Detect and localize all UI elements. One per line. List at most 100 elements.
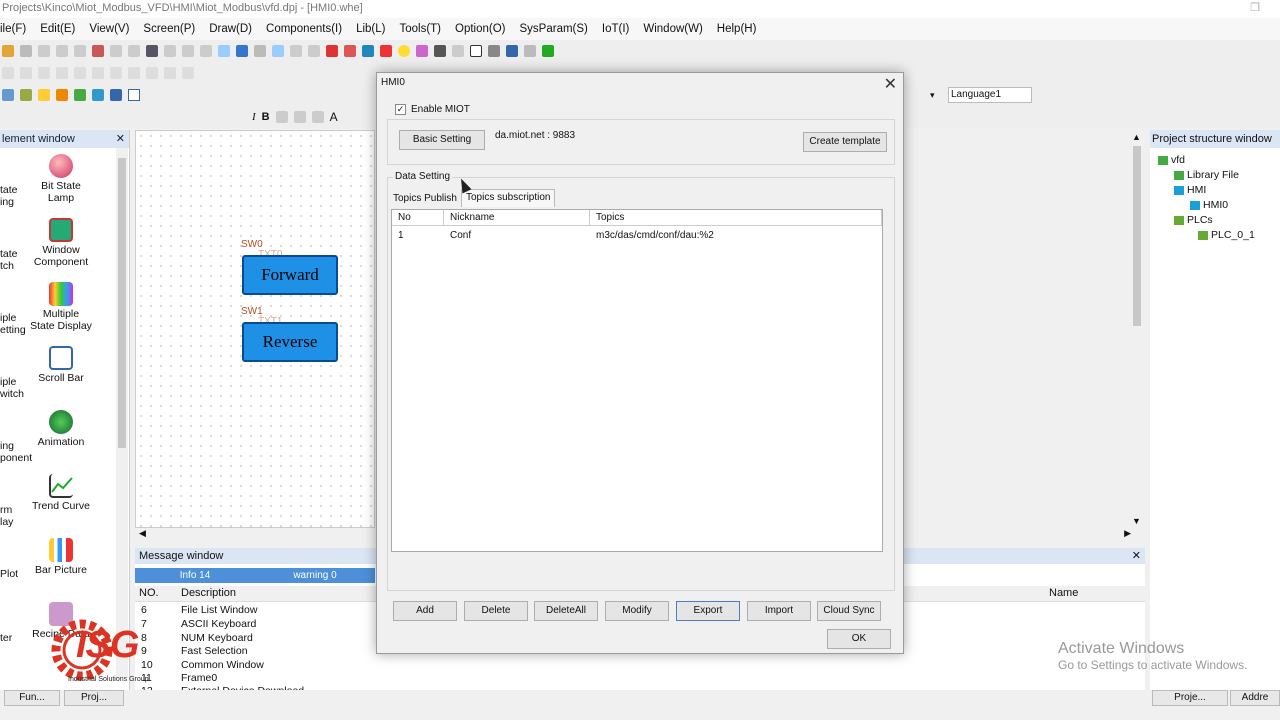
component-multiple-state-display[interactable]: Multiple State Display [26, 282, 96, 332]
delete-button[interactable]: Delete [464, 601, 528, 621]
find-icon[interactable] [146, 45, 158, 57]
zoom-out-icon[interactable] [182, 45, 194, 57]
ungroup-icon[interactable] [182, 67, 194, 79]
tree-item-library-file[interactable]: Library File [1174, 169, 1239, 181]
modify-button[interactable]: Modify [605, 601, 669, 621]
menu-file[interactable]: ile(F) [0, 23, 26, 35]
language-left-icon[interactable] [128, 89, 140, 101]
component-bit-state-lamp[interactable]: Bit State Lamp [26, 154, 96, 204]
close-icon[interactable]: ✕ [116, 130, 125, 148]
restore-icon[interactable]: ❐ [1250, 0, 1260, 16]
align-top-icon[interactable] [56, 67, 68, 79]
bold-icon[interactable]: B [262, 111, 270, 123]
column-no[interactable]: NO. [139, 587, 159, 599]
new-file-icon[interactable] [2, 45, 14, 57]
polyline-icon[interactable] [344, 45, 356, 57]
scrollbar-thumb[interactable] [1133, 146, 1141, 326]
cloud-sync-button[interactable]: Cloud Sync [817, 601, 881, 621]
same-width-icon[interactable] [110, 67, 122, 79]
tab-project-structure[interactable]: Proje... [1152, 690, 1228, 706]
tab-address[interactable]: Addre [1230, 690, 1280, 706]
menu-window[interactable]: Window(W) [643, 23, 702, 35]
component-animation[interactable]: Animation [26, 410, 96, 448]
grid-icon[interactable] [506, 45, 518, 57]
component-label-cut[interactable]: tate tch [0, 248, 18, 272]
text-align-center-icon[interactable] [293, 111, 306, 123]
same-height-icon[interactable] [128, 67, 140, 79]
component-label-cut[interactable]: iple witch [0, 376, 24, 400]
tab-info[interactable]: Info 14 [135, 568, 255, 583]
group-icon[interactable] [164, 67, 176, 79]
create-template-button[interactable]: Create template [803, 132, 887, 152]
simulate-icon[interactable] [542, 45, 554, 57]
align-right-icon[interactable] [38, 67, 50, 79]
column-description[interactable]: Description [181, 587, 236, 599]
forward-switch-button[interactable]: Forward [242, 255, 338, 295]
tree-item-hmi0[interactable]: HMI0 [1190, 199, 1228, 211]
menu-option[interactable]: Option(O) [455, 23, 506, 35]
component-bar-picture[interactable]: Bar Picture [26, 538, 96, 576]
diamond-icon[interactable] [416, 45, 428, 57]
reverse-switch-button[interactable]: Reverse [242, 322, 338, 362]
design-canvas[interactable]: SW0 TXT0 Forward SW1 TXT1 Reverse [135, 130, 375, 528]
image-icon[interactable] [452, 45, 464, 57]
component-label-cut[interactable]: ter [0, 632, 12, 644]
replace-icon[interactable] [164, 45, 176, 57]
tab-topics-subscription[interactable]: Topics subscription [461, 189, 556, 207]
scroll-up-icon[interactable]: ▲ [1132, 132, 1141, 142]
line-icon[interactable] [290, 45, 302, 57]
element-window-scrollbar[interactable] [116, 148, 128, 678]
component-label-cut[interactable]: tate ing [0, 184, 18, 208]
tab-warning[interactable]: warning 0 [255, 568, 375, 583]
menu-tools[interactable]: Tools(T) [399, 23, 441, 35]
screen-icon[interactable] [2, 89, 14, 101]
export-button[interactable]: Export [676, 601, 740, 621]
alarm-icon[interactable] [110, 89, 122, 101]
shape-icon[interactable] [380, 45, 392, 57]
bit-switch-icon[interactable] [38, 89, 50, 101]
align-center-icon[interactable] [20, 67, 32, 79]
zoom-in-icon[interactable] [200, 45, 212, 57]
tree-item-plcs[interactable]: PLCs [1174, 214, 1213, 226]
word-switch-icon[interactable] [56, 89, 68, 101]
undo-icon[interactable] [110, 45, 122, 57]
tree-item-vfd[interactable]: vfd [1158, 154, 1185, 166]
topics-table[interactable]: No Nickname Topics 1 Conf m3c/das/cmd/co… [391, 209, 883, 552]
component-label-cut[interactable]: iple etting [0, 312, 26, 336]
menu-iot[interactable]: IoT(I) [602, 23, 629, 35]
tab-project[interactable]: Proj... [64, 690, 124, 706]
copy-icon[interactable] [56, 45, 68, 57]
tree-item-plc-0-1[interactable]: PLC_0_1 [1198, 229, 1255, 241]
align-left-icon[interactable] [2, 67, 14, 79]
save-icon[interactable] [20, 45, 32, 57]
align-bottom-icon[interactable] [92, 67, 104, 79]
column-no[interactable]: No [392, 210, 444, 226]
text-align-left-icon[interactable] [275, 111, 288, 123]
column-name[interactable]: Name [1049, 587, 1078, 599]
number-input-icon[interactable] [74, 89, 86, 101]
scroll-left-icon[interactable]: ◀ [139, 528, 146, 539]
menu-edit[interactable]: Edit(E) [40, 23, 75, 35]
scroll-right-icon[interactable]: ▶ [1124, 528, 1131, 539]
polygon-icon[interactable] [362, 45, 374, 57]
component-scroll-bar[interactable]: Scroll Bar [26, 346, 96, 384]
dropdown-arrow-icon[interactable]: ▾ [930, 90, 935, 101]
row-topics[interactable]: m3c/das/cmd/conf/dau:%2 [596, 230, 714, 241]
lamp-icon[interactable] [20, 89, 32, 101]
ok-button[interactable]: OK [827, 629, 891, 649]
cut-icon[interactable] [38, 45, 50, 57]
pointer-icon[interactable] [272, 45, 284, 57]
component-window[interactable]: Window Component [26, 218, 96, 268]
frame-icon[interactable] [470, 45, 482, 57]
rectangle-icon[interactable] [326, 45, 338, 57]
column-nickname[interactable]: Nickname [444, 210, 590, 226]
delete-icon[interactable] [92, 45, 104, 57]
menu-view[interactable]: View(V) [89, 23, 129, 35]
import-button[interactable]: Import [747, 601, 811, 621]
zoom-fit-icon[interactable] [218, 45, 230, 57]
tab-topics-publish[interactable]: Topics Publish [393, 193, 457, 204]
paste-icon[interactable] [74, 45, 86, 57]
row-nickname[interactable]: Conf [450, 230, 471, 241]
component-trend-curve[interactable]: Trend Curve [26, 474, 96, 512]
align-middle-icon[interactable] [74, 67, 86, 79]
